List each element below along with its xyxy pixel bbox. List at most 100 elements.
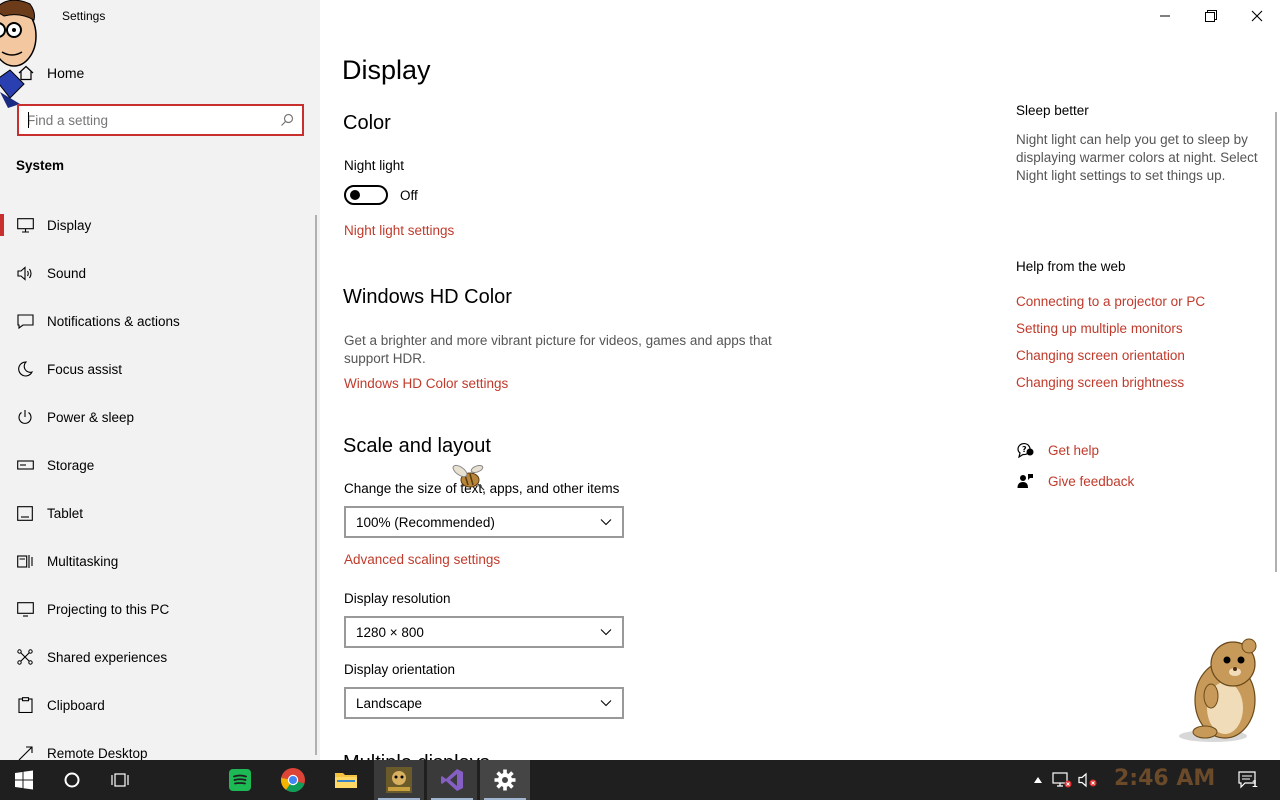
advanced-scaling-link[interactable]: Advanced scaling settings — [344, 552, 500, 567]
help-chat-icon: ? — [1016, 441, 1034, 459]
sidebar-item-label: Shared experiences — [47, 649, 168, 665]
toggle-state-label: Off — [400, 188, 418, 203]
section-header-color: Color — [343, 112, 391, 134]
restore-icon — [1205, 10, 1217, 22]
clipboard-icon — [16, 696, 34, 714]
search-input[interactable] — [27, 112, 280, 128]
night-light-toggle[interactable] — [344, 185, 388, 205]
sidebar-item-notifications[interactable]: Notifications & actions — [0, 297, 316, 345]
feedback-person-icon — [1016, 472, 1034, 490]
settings-icon — [494, 769, 516, 791]
file-explorer-icon — [335, 773, 357, 788]
cortana-button[interactable] — [48, 760, 96, 800]
sidebar: Settings Home System Display Sound Notif… — [0, 0, 320, 760]
sidebar-scrollbar[interactable] — [315, 215, 317, 755]
hd-color-settings-link[interactable]: Windows HD Color settings — [344, 376, 508, 391]
sidebar-item-focus-assist[interactable]: Focus assist — [0, 345, 316, 393]
start-button[interactable] — [0, 760, 48, 800]
search-icon[interactable] — [280, 113, 294, 127]
action-center-button[interactable]: 1 — [1234, 760, 1262, 800]
file-explorer-button[interactable] — [322, 760, 370, 800]
get-help-link[interactable]: ? Get help — [1016, 441, 1099, 459]
orientation-dropdown[interactable]: Landscape — [344, 687, 624, 719]
sidebar-item-label: Focus assist — [47, 361, 123, 377]
bonzi-app-button[interactable] — [374, 760, 424, 800]
give-feedback-link[interactable]: Give feedback — [1016, 472, 1134, 490]
section-header-hd-color: Windows HD Color — [343, 286, 512, 308]
home-label: Home — [47, 65, 85, 81]
sidebar-item-clipboard[interactable]: Clipboard — [0, 681, 316, 729]
tablet-icon — [16, 504, 34, 522]
svg-text:?: ? — [1022, 445, 1027, 454]
sidebar-item-label: Clipboard — [47, 697, 105, 713]
network-tray-button[interactable] — [1050, 760, 1074, 800]
section-header-system: System — [16, 158, 65, 173]
sidebar-item-projecting[interactable]: Projecting to this PC — [0, 585, 316, 633]
toggle-knob — [350, 190, 360, 200]
help-link-brightness[interactable]: Changing screen brightness — [1016, 375, 1184, 390]
help-link-projector[interactable]: Connecting to a projector or PC — [1016, 294, 1205, 309]
home-icon — [16, 63, 36, 83]
hamster-mascot-image — [1179, 638, 1257, 742]
moon-icon — [16, 360, 34, 378]
network-disconnected-icon — [1052, 772, 1072, 788]
sidebar-item-display[interactable]: Display — [0, 201, 316, 249]
close-button[interactable] — [1234, 0, 1280, 32]
monitor-icon — [16, 216, 34, 234]
help-link-multiple-monitors[interactable]: Setting up multiple monitors — [1016, 321, 1183, 336]
sidebar-item-tablet[interactable]: Tablet — [0, 489, 316, 537]
text-caret — [28, 112, 29, 128]
orientation-label: Display orientation — [344, 662, 456, 677]
minimize-button[interactable] — [1142, 0, 1188, 32]
search-box[interactable] — [17, 104, 304, 136]
task-view-button[interactable] — [96, 760, 144, 800]
main-scrollbar[interactable] — [1275, 112, 1277, 572]
visual-studio-button[interactable] — [427, 760, 477, 800]
sidebar-item-label: Notifications & actions — [47, 313, 180, 329]
visual-studio-icon — [441, 769, 463, 791]
resolution-dropdown[interactable]: 1280 × 800 — [344, 616, 624, 648]
chevron-down-icon — [600, 700, 612, 707]
volume-tray-button[interactable] — [1076, 760, 1100, 800]
chevron-down-icon — [600, 519, 612, 526]
task-view-icon — [111, 773, 129, 787]
sidebar-item-power-sleep[interactable]: Power & sleep — [0, 393, 316, 441]
shared-icon — [16, 648, 34, 666]
volume-muted-icon — [1078, 772, 1097, 788]
app-title: Settings — [62, 9, 106, 23]
resolution-value: 1280 × 800 — [356, 624, 424, 640]
minimize-icon — [1160, 15, 1170, 17]
bee-sprite-icon — [452, 464, 485, 491]
help-link-orientation[interactable]: Changing screen orientation — [1016, 348, 1185, 363]
speaker-icon — [16, 264, 34, 282]
cartoon-character-image — [0, 0, 37, 108]
sidebar-item-shared-experiences[interactable]: Shared experiences — [0, 633, 316, 681]
restore-button[interactable] — [1188, 0, 1234, 32]
remote-icon — [16, 744, 34, 760]
sidebar-item-storage[interactable]: Storage — [0, 441, 316, 489]
sidebar-item-multitasking[interactable]: Multitasking — [0, 537, 316, 585]
show-hidden-icons-button[interactable] — [1030, 760, 1046, 800]
sidebar-item-sound[interactable]: Sound — [0, 249, 316, 297]
chrome-button[interactable] — [269, 760, 317, 800]
home-link[interactable]: Home — [16, 62, 84, 84]
sidebar-item-label: Storage — [47, 457, 95, 473]
scale-value: 100% (Recommended) — [356, 514, 495, 530]
give-feedback-label: Give feedback — [1048, 473, 1135, 489]
scale-dropdown[interactable]: 100% (Recommended) — [344, 506, 624, 538]
night-light-settings-link[interactable]: Night light settings — [344, 223, 454, 238]
settings-app-button[interactable] — [480, 760, 530, 800]
cortana-icon — [64, 772, 80, 788]
storage-icon — [16, 456, 34, 474]
sidebar-item-remote-desktop[interactable]: Remote Desktop — [0, 729, 316, 760]
hd-color-description: Get a brighter and more vibrant picture … — [344, 333, 772, 366]
section-header-scale: Scale and layout — [343, 435, 491, 457]
spotify-button[interactable] — [216, 760, 264, 800]
taskbar-clock[interactable]: 2:46 AM — [1114, 766, 1215, 791]
sidebar-item-label: Display — [47, 217, 92, 233]
power-icon — [16, 408, 34, 426]
message-icon — [16, 312, 34, 330]
multitasking-icon — [16, 552, 34, 570]
help-web-header: Help from the web — [1016, 259, 1126, 274]
chrome-icon — [281, 768, 305, 793]
